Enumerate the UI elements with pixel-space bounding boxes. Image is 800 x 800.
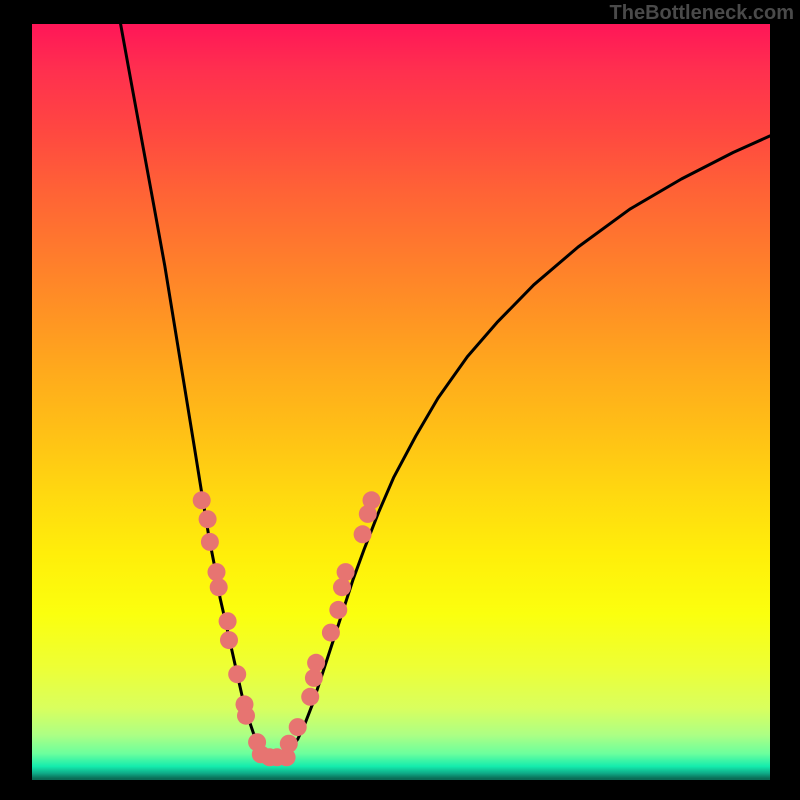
attribution-watermark: TheBottleneck.com — [610, 2, 794, 25]
chart-root: TheBottleneck.com — [0, 0, 800, 800]
plot-area — [32, 24, 770, 780]
